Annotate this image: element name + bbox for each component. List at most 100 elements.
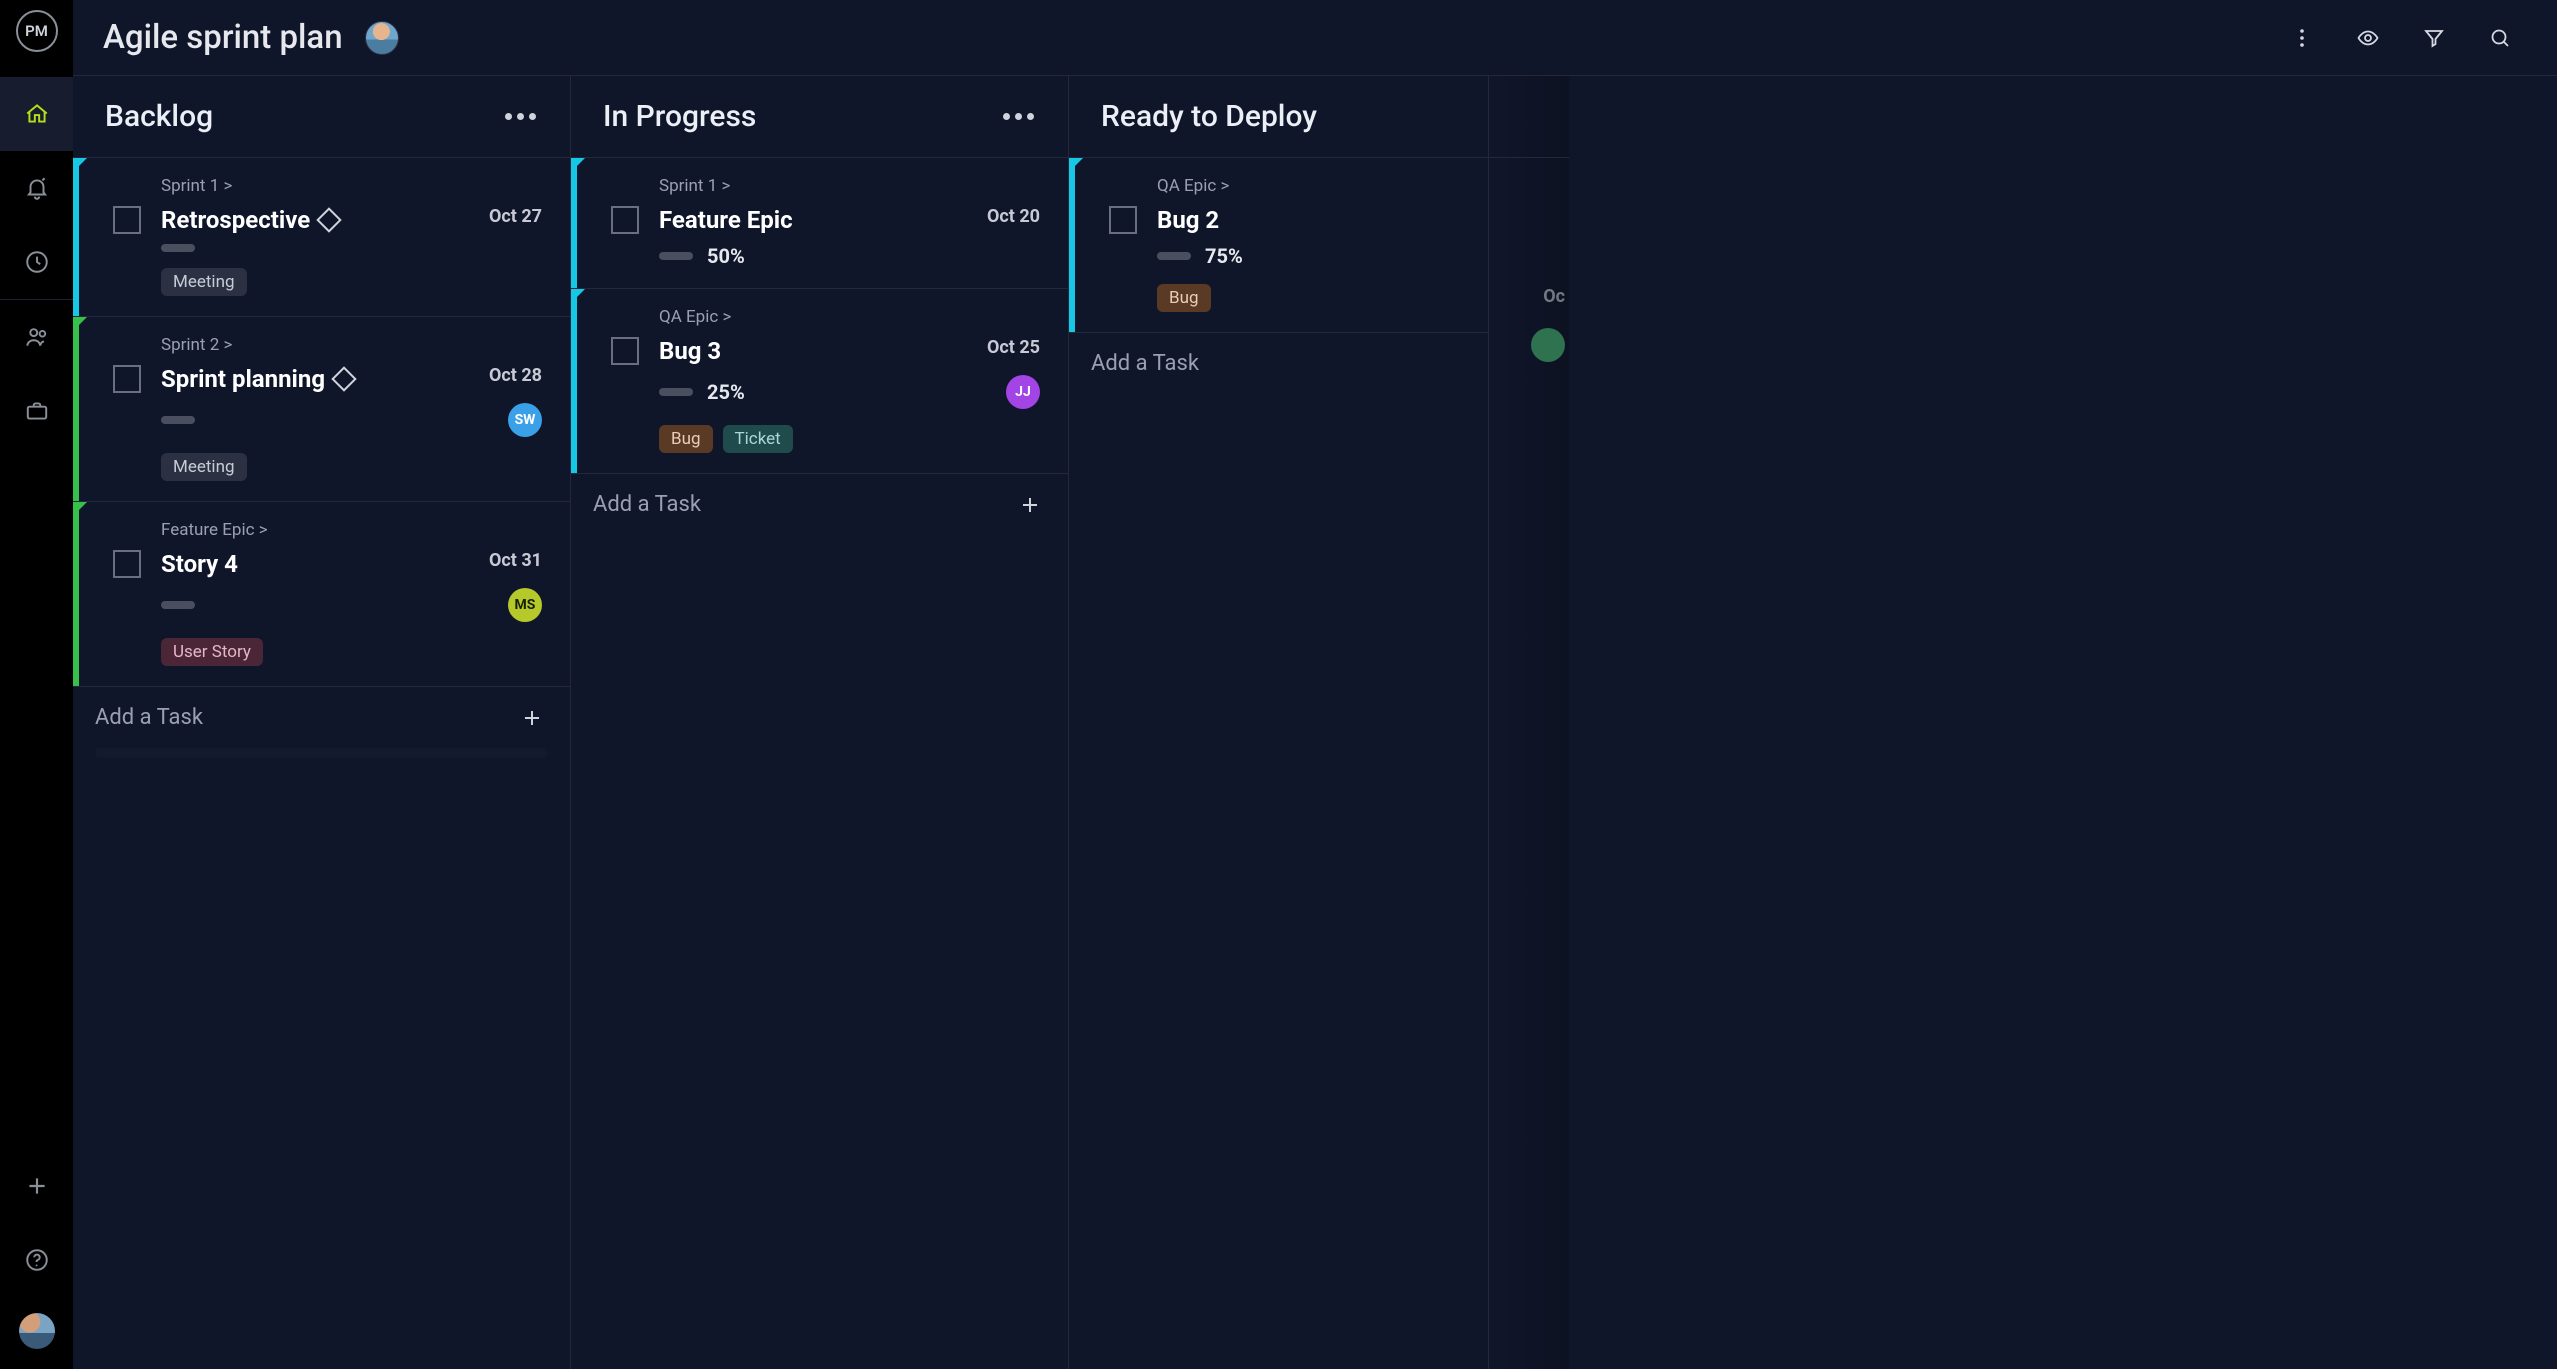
filter-icon bbox=[2422, 26, 2446, 50]
card-checkbox[interactable] bbox=[113, 365, 141, 393]
main: Agile sprint plan BacklogSprint 1 >Retro… bbox=[73, 0, 2557, 1369]
sidebar-item-alerts[interactable] bbox=[0, 151, 73, 225]
card-checkbox[interactable] bbox=[113, 550, 141, 578]
column-peek: Oc bbox=[1489, 76, 1569, 1369]
horizontal-scrollbar[interactable] bbox=[95, 748, 548, 758]
card-checkbox[interactable] bbox=[113, 206, 141, 234]
column-title: Ready to Deploy bbox=[1101, 99, 1317, 134]
topbar: Agile sprint plan bbox=[73, 0, 2557, 76]
column-more-button[interactable] bbox=[995, 105, 1042, 128]
card-date: Oct 27 bbox=[489, 206, 542, 227]
topbar-filter-button[interactable] bbox=[2407, 18, 2461, 58]
add-task-button[interactable]: Add a Task bbox=[571, 474, 1068, 535]
plus-icon bbox=[520, 706, 544, 730]
add-task-button[interactable]: Add a Task bbox=[1069, 333, 1488, 394]
card-breadcrumb[interactable]: Sprint 2 > bbox=[161, 335, 542, 355]
tag[interactable]: User Story bbox=[161, 638, 263, 666]
search-icon bbox=[2488, 26, 2512, 50]
column-body[interactable]: QA Epic > Bug 2 75% Bug Add a Task bbox=[1069, 158, 1488, 1369]
tag[interactable]: Meeting bbox=[161, 453, 247, 481]
card-stripe bbox=[571, 289, 577, 473]
clock-icon bbox=[24, 249, 50, 275]
sidebar-add[interactable] bbox=[0, 1149, 73, 1223]
progress-bar-icon bbox=[659, 252, 693, 260]
milestone-icon bbox=[316, 207, 341, 232]
project-owner-avatar[interactable] bbox=[365, 21, 399, 55]
card-checkbox[interactable] bbox=[611, 206, 639, 234]
column-title: Backlog bbox=[105, 99, 213, 134]
card[interactable]: Feature Epic > Story 4 Oct 31 MS User Story bbox=[73, 502, 570, 687]
assignee-avatar[interactable]: SW bbox=[508, 403, 542, 437]
tag[interactable]: Bug bbox=[659, 425, 713, 453]
topbar-more-button[interactable] bbox=[2275, 18, 2329, 58]
plus-icon bbox=[24, 1173, 50, 1199]
card[interactable]: QA Epic > Bug 2 75% Bug bbox=[1069, 158, 1488, 333]
sidebar-help[interactable] bbox=[0, 1223, 73, 1297]
column-header: Backlog bbox=[73, 76, 570, 158]
column-body[interactable]: Sprint 1 >Feature EpicOct 2050% QA Epic >… bbox=[571, 158, 1068, 1369]
kanban-board[interactable]: BacklogSprint 1 >RetrospectiveOct 27Meet… bbox=[73, 76, 2557, 1369]
card-title: Bug 3 bbox=[659, 337, 973, 365]
card-checkbox[interactable] bbox=[1109, 206, 1137, 234]
card-corner-icon bbox=[1069, 158, 1083, 172]
eye-icon bbox=[2356, 26, 2380, 50]
tag[interactable]: Bug bbox=[1157, 284, 1211, 312]
column-header bbox=[1489, 76, 1569, 158]
card-tags: Meeting bbox=[161, 453, 542, 481]
column-in-progress: In Progress Sprint 1 >Feature EpicOct 205… bbox=[571, 76, 1069, 1369]
card-breadcrumb[interactable]: Feature Epic > bbox=[161, 520, 542, 540]
column-title: In Progress bbox=[603, 99, 756, 134]
card-breadcrumb[interactable]: QA Epic > bbox=[659, 307, 1040, 327]
card-corner-icon bbox=[73, 502, 87, 516]
card-checkbox[interactable] bbox=[611, 337, 639, 365]
briefcase-icon bbox=[24, 398, 50, 424]
card-title: Story 4 bbox=[161, 550, 475, 578]
add-task-button[interactable]: Add a Task bbox=[73, 687, 570, 748]
progress-bar-icon bbox=[1157, 252, 1191, 260]
card-title: Sprint planning bbox=[161, 365, 475, 393]
assignee-avatar[interactable]: MS bbox=[508, 588, 542, 622]
progress-bar-icon bbox=[659, 388, 693, 396]
progress-bar-icon bbox=[161, 601, 195, 609]
card-corner-icon bbox=[571, 289, 585, 303]
tag[interactable]: Meeting bbox=[161, 268, 247, 296]
topbar-watch-button[interactable] bbox=[2341, 18, 2395, 58]
assignee-avatar[interactable] bbox=[1531, 328, 1565, 362]
card-breadcrumb[interactable]: QA Epic > bbox=[1157, 176, 1460, 196]
card-date: Oct 28 bbox=[489, 365, 542, 386]
assignee-avatar[interactable]: JJ bbox=[1006, 375, 1040, 409]
add-task-label: Add a Task bbox=[1091, 351, 1199, 376]
sidebar-item-recent[interactable] bbox=[0, 225, 73, 299]
sidebar-user-avatar[interactable] bbox=[19, 1313, 55, 1349]
column-body[interactable]: Sprint 1 >RetrospectiveOct 27MeetingSpri… bbox=[73, 158, 570, 1369]
column-more-button[interactable] bbox=[497, 105, 544, 128]
card-progress: 75% bbox=[1157, 244, 1446, 268]
card-title: Bug 2 bbox=[1157, 206, 1446, 234]
add-task-label: Add a Task bbox=[95, 705, 203, 730]
tag[interactable]: Ticket bbox=[723, 425, 793, 453]
card-breadcrumb[interactable]: Sprint 1 > bbox=[161, 176, 542, 196]
card-tags: User Story bbox=[161, 638, 542, 666]
card-progress: 25% bbox=[659, 375, 973, 409]
sidebar-item-projects[interactable] bbox=[0, 374, 73, 448]
app-logo[interactable]: PM bbox=[16, 10, 58, 52]
card-corner-icon bbox=[73, 158, 87, 172]
card-tags: Bug bbox=[1157, 284, 1460, 312]
sidebar-item-home[interactable] bbox=[0, 77, 73, 151]
milestone-icon bbox=[331, 366, 356, 391]
card[interactable]: QA Epic >Bug 3Oct 2525%JJBugTicket bbox=[571, 289, 1068, 474]
card-corner-icon bbox=[73, 317, 87, 331]
people-icon bbox=[24, 324, 50, 350]
card-date: Oct 31 bbox=[489, 550, 542, 571]
sidebar-item-team[interactable] bbox=[0, 300, 73, 374]
card-breadcrumb[interactable]: Sprint 1 > bbox=[659, 176, 1040, 196]
card[interactable]: Sprint 2 > Sprint planning Oct 28 SW Meeting bbox=[73, 317, 570, 502]
card-progress bbox=[161, 588, 475, 622]
card-tags: Bug Ticket bbox=[659, 425, 1040, 453]
card[interactable]: Sprint 1 >Feature EpicOct 2050% bbox=[571, 158, 1068, 289]
card-stripe bbox=[571, 158, 577, 288]
card-stripe bbox=[73, 317, 79, 501]
card[interactable]: Sprint 1 >RetrospectiveOct 27Meeting bbox=[73, 158, 570, 317]
page-title: Agile sprint plan bbox=[103, 18, 343, 57]
topbar-search-button[interactable] bbox=[2473, 18, 2527, 58]
